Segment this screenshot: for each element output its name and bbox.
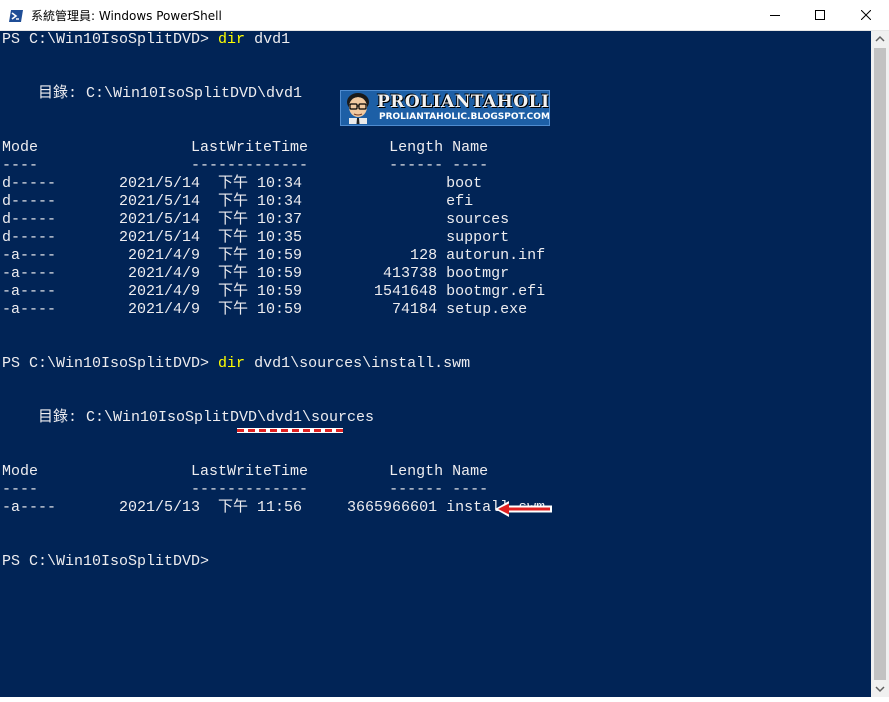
directory-header: 目錄: C:\Win10IsoSplitDVD\dvd1\sources xyxy=(2,409,375,426)
minimize-button[interactable] xyxy=(752,0,798,31)
listing-row: -a---- 2021/4/9 下午 10:59 1541648 bootmgr… xyxy=(2,283,546,300)
watermark-title: PROLIANTAHOLIC xyxy=(377,92,550,112)
window-title: 系統管理員: Windows PowerShell xyxy=(31,9,222,23)
column-separator: ---- ------------- ------ ---- xyxy=(2,481,489,498)
scroll-down-button[interactable] xyxy=(871,680,889,697)
listing-row: -a---- 2021/4/9 下午 10:59 413738 bootmgr xyxy=(2,265,510,282)
scroll-thumb[interactable] xyxy=(874,48,886,680)
command-args: dvd1 xyxy=(245,31,291,48)
command-args: dvd1\sources\install.swm xyxy=(245,355,471,372)
prompt-line: PS C:\Win10IsoSplitDVD> xyxy=(2,553,210,570)
prompt-line: PS C:\Win10IsoSplitDVD> dir dvd1 xyxy=(2,31,545,49)
column-separator: ---- ------------- ------ ---- xyxy=(2,157,489,174)
scroll-up-button[interactable] xyxy=(871,31,889,48)
chevron-up-icon xyxy=(875,35,885,42)
listing-row: d----- 2021/5/14 下午 10:35 support xyxy=(2,229,510,246)
vertical-scrollbar[interactable] xyxy=(871,31,889,697)
close-button[interactable] xyxy=(843,0,889,31)
chevron-down-icon xyxy=(875,686,885,693)
listing-row: -a---- 2021/4/9 下午 10:59 74184 setup.exe xyxy=(2,301,528,318)
prompt-line: PS C:\Win10IsoSplitDVD> dir dvd1\sources… xyxy=(2,355,545,373)
listing-row: d----- 2021/5/14 下午 10:37 sources xyxy=(2,211,510,228)
red-arrow-annotation xyxy=(495,501,552,517)
powershell-icon xyxy=(8,8,24,24)
minimize-icon xyxy=(770,15,780,16)
command-keyword: dir xyxy=(218,355,246,372)
listing-row: d----- 2021/5/14 下午 10:34 boot xyxy=(2,175,483,192)
dashed-underline-annotation xyxy=(237,428,343,433)
prompt-text: PS C:\Win10IsoSplitDVD> xyxy=(2,31,219,48)
command-keyword: dir xyxy=(218,31,246,48)
listing-row: d----- 2021/5/14 下午 10:34 efi xyxy=(2,193,474,210)
listing-row: -a---- 2021/5/13 下午 11:56 3665966601 ins… xyxy=(2,499,546,516)
avatar-icon xyxy=(347,93,369,124)
title-bar[interactable]: 系統管理員: Windows PowerShell xyxy=(0,0,889,31)
listing-row: -a---- 2021/4/9 下午 10:59 128 autorun.inf xyxy=(2,247,546,264)
column-headers: Mode LastWriteTime Length Name xyxy=(2,463,489,480)
maximize-icon xyxy=(815,10,825,20)
watermark-url: PROLIANTAHOLIC.BLOGSPOT.COM xyxy=(379,112,550,122)
maximize-button[interactable] xyxy=(797,0,843,31)
column-headers: Mode LastWriteTime Length Name xyxy=(2,139,489,156)
blog-watermark: PROLIANTAHOLIC PROLIANTAHOLIC.BLOGSPOT.C… xyxy=(340,90,550,126)
prompt-text: PS C:\Win10IsoSplitDVD> xyxy=(2,355,219,372)
console-area[interactable]: PS C:\Win10IsoSplitDVD> dir dvd1 目錄: C:\… xyxy=(0,31,871,697)
close-icon xyxy=(861,10,871,20)
